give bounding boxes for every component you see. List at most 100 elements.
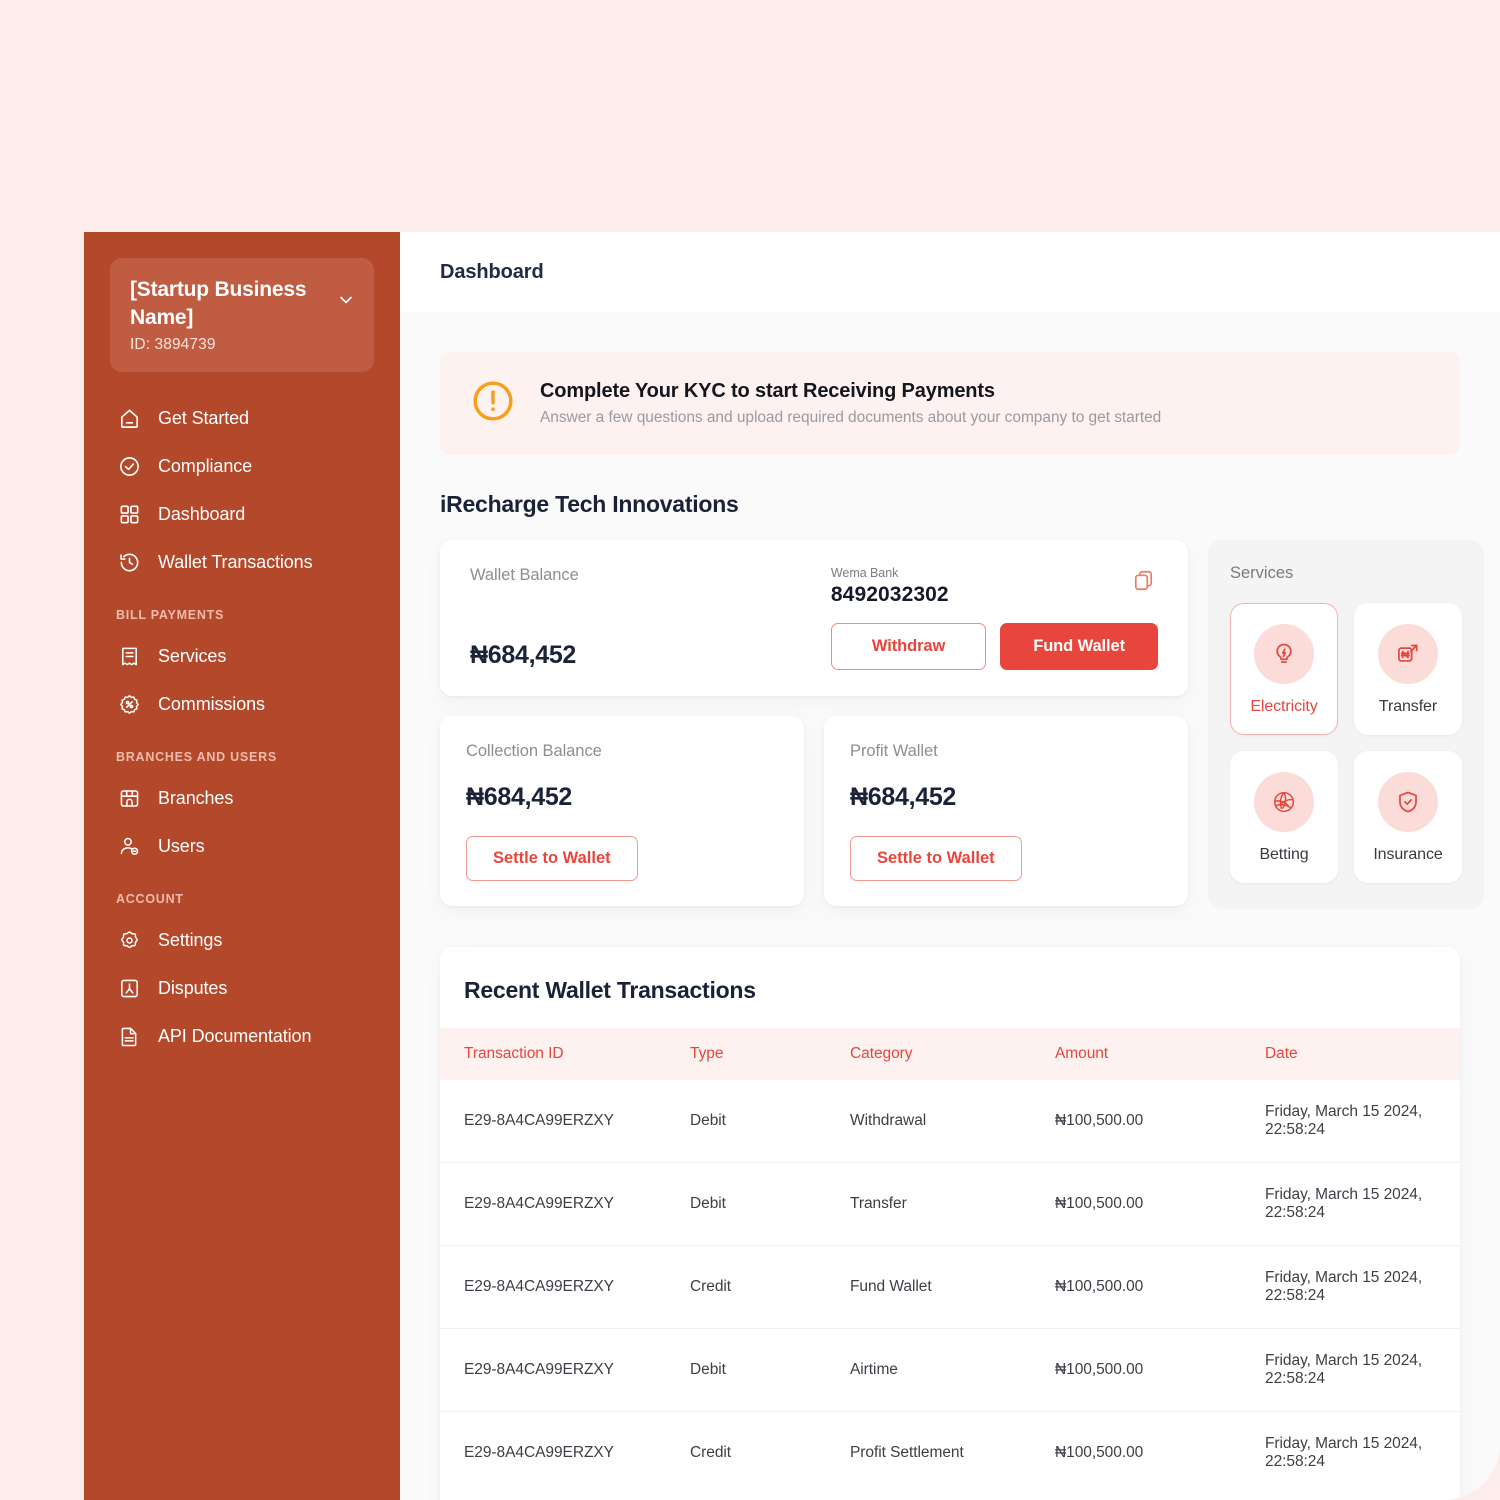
sidebar-item-disputes[interactable]: Disputes <box>84 964 400 1012</box>
table-row[interactable]: E29-8A4CA99ERZXY Debit Withdrawal ₦100,5… <box>440 1080 1460 1163</box>
nav-heading-branches-users: BRANCHES AND USERS <box>116 750 277 765</box>
sidebar-item-label: API Documentation <box>158 1025 312 1046</box>
service-label: Insurance <box>1373 846 1443 863</box>
transactions-table: Transaction ID Type Category Amount Date… <box>440 1028 1460 1494</box>
sidebar-item-label: Users <box>158 835 205 856</box>
clock-history-icon <box>116 549 142 575</box>
settle-to-wallet-button-collection[interactable]: Settle to Wallet <box>466 836 638 881</box>
profit-wallet-card: Profit Wallet ₦684,452 Settle to Wallet <box>824 716 1188 906</box>
grid-icon <box>116 501 142 527</box>
main-area: Dashboard Complete Your KYC to start Rec… <box>400 232 1500 1500</box>
cell-category: Transfer <box>850 1162 1055 1246</box>
top-bar: Dashboard <box>400 232 1500 312</box>
sidebar-item-settings[interactable]: Settings <box>84 916 400 964</box>
service-tile-electricity[interactable]: Electricity <box>1230 603 1338 735</box>
copy-icon[interactable] <box>1129 566 1158 600</box>
check-circle-icon <box>116 453 142 479</box>
kyc-subtext: Answer a few questions and upload requir… <box>540 409 1162 426</box>
cell-amount: ₦100,500.00 <box>1055 1245 1265 1329</box>
profit-wallet-label: Profit Wallet <box>850 742 938 760</box>
services-grid: Electricity Transfer Betting Insurance <box>1230 603 1462 883</box>
table-row[interactable]: E29-8A4CA99ERZXY Credit Fund Wallet ₦100… <box>440 1245 1460 1329</box>
cell-date: Friday, March 15 2024, 22:58:24 <box>1265 1080 1460 1163</box>
nav-heading-account: ACCOUNT <box>116 892 184 907</box>
table-row[interactable]: E29-8A4CA99ERZXY Debit Airtime ₦100,500.… <box>440 1328 1460 1412</box>
service-label: Betting <box>1259 846 1309 863</box>
business-name: [Startup Business Name] <box>130 278 307 329</box>
column-header-transaction-id: Transaction ID <box>440 1028 690 1080</box>
nav-group-bill-payments: BILL PAYMENTS Services Commissions <box>84 608 400 728</box>
bank-account-number: 8492032302 <box>830 583 949 606</box>
cell-transaction-id: E29-8A4CA99ERZXY <box>440 1245 690 1329</box>
sidebar-item-wallet-transactions[interactable]: Wallet Transactions <box>84 538 400 586</box>
cell-category: Profit Settlement <box>850 1444 964 1461</box>
service-label: Electricity <box>1250 698 1318 715</box>
dispute-icon <box>116 975 142 1001</box>
page-title: Dashboard <box>440 260 544 283</box>
sidebar-item-branches[interactable]: Branches <box>84 774 400 822</box>
percent-badge-icon <box>116 691 142 717</box>
balances-row: Wallet Balance ₦684,452 Wema Bank 849203… <box>440 540 1500 909</box>
column-header-type: Type <box>690 1028 850 1080</box>
cell-category: Fund Wallet <box>850 1245 1055 1329</box>
business-switcher[interactable]: [Startup Business Name] ID: 3894739 <box>110 258 374 373</box>
wallet-balance-info: Wallet Balance ₦684,452 <box>470 566 579 670</box>
collection-balance-label: Collection Balance <box>466 742 602 760</box>
column-header-date: Date <box>1265 1028 1460 1080</box>
shield-check-icon <box>1378 772 1438 832</box>
cell-date: Friday, March 15 2024, 22:58:24 <box>1265 1162 1460 1246</box>
cell-date: Friday, March 15 2024, 22:58:24 <box>1265 1245 1460 1329</box>
kyc-banner[interactable]: Complete Your KYC to start Receiving Pay… <box>440 352 1460 455</box>
table-header-row: Transaction ID Type Category Amount Date <box>440 1028 1460 1080</box>
cell-transaction-id: E29-8A4CA99ERZXY <box>464 1444 614 1461</box>
services-title: Services <box>1230 564 1294 582</box>
sidebar-item-dashboard[interactable]: Dashboard <box>84 490 400 538</box>
bank-name: Wema Bank <box>830 566 899 580</box>
user-icon <box>116 833 142 859</box>
service-label: Transfer <box>1378 698 1438 715</box>
store-icon <box>116 785 142 811</box>
service-tile-insurance[interactable]: Insurance <box>1354 751 1462 883</box>
services-panel: Services Electricity Transfer Betting In… <box>1208 540 1484 909</box>
settle-to-wallet-button-profit[interactable]: Settle to Wallet <box>850 836 1022 881</box>
sidebar-item-label: Branches <box>158 787 234 808</box>
cell-amount: ₦100,500.00 <box>1055 1162 1265 1246</box>
sidebar-item-compliance[interactable]: Compliance <box>84 442 400 490</box>
collection-balance-card: Collection Balance ₦684,452 Settle to Wa… <box>440 716 804 906</box>
cell-transaction-id: E29-8A4CA99ERZXY <box>440 1080 690 1163</box>
cell-type: Debit <box>690 1080 850 1163</box>
cell-type: Credit <box>690 1245 850 1329</box>
cell-amount: ₦100,500.00 <box>1055 1080 1265 1163</box>
cell-type: Debit <box>690 1162 850 1246</box>
nav-group-account: ACCOUNT Settings Disputes API Documentat… <box>84 892 400 1060</box>
cell-type: Credit <box>690 1444 732 1461</box>
sidebar-item-label: Dashboard <box>158 503 246 524</box>
naira-transfer-icon <box>1378 624 1438 684</box>
sidebar-item-users[interactable]: Users <box>84 822 400 870</box>
wallet-bank-actions: Wema Bank 8492032302 Withdraw Fund Walle… <box>830 566 1158 670</box>
sidebar-item-api-documentation[interactable]: API Documentation <box>84 1012 400 1060</box>
wallet-balance-label: Wallet Balance <box>470 566 579 584</box>
table-header: Transaction ID Type Category Amount Date <box>440 1028 1460 1080</box>
sidebar-item-commissions[interactable]: Commissions <box>84 680 400 728</box>
service-tile-transfer[interactable]: Transfer <box>1354 603 1462 735</box>
kyc-headline: Complete Your KYC to start Receiving Pay… <box>540 380 995 402</box>
cell-date: Friday, March 15 2024, 22:58:24 <box>1265 1328 1460 1412</box>
sidebar-item-services[interactable]: Services <box>84 632 400 680</box>
table-row[interactable]: E29-8A4CA99ERZXY Debit Transfer ₦100,500… <box>440 1162 1460 1246</box>
cell-amount: ₦100,500.00 <box>1055 1444 1144 1461</box>
fund-wallet-button[interactable]: Fund Wallet <box>1000 623 1158 670</box>
service-tile-betting[interactable]: Betting <box>1230 751 1338 883</box>
sidebar-item-get-started[interactable]: Get Started <box>84 394 400 442</box>
sidebar: [Startup Business Name] ID: 3894739 Get … <box>84 232 400 1500</box>
secondary-balance-cards: Collection Balance ₦684,452 Settle to Wa… <box>440 716 1188 906</box>
collection-balance-amount: ₦684,452 <box>466 783 573 811</box>
page-frame: [Startup Business Name] ID: 3894739 Get … <box>0 0 1500 1500</box>
withdraw-button[interactable]: Withdraw <box>830 623 987 670</box>
table-row[interactable]: E29-8A4CA99ERZXY Credit Profit Settlemen… <box>440 1412 1460 1495</box>
chevron-down-icon[interactable] <box>336 290 356 315</box>
cell-amount: ₦100,500.00 <box>1055 1328 1265 1412</box>
receipt-icon <box>116 643 142 669</box>
home-icon <box>116 405 142 431</box>
profit-wallet-amount: ₦684,452 <box>850 783 957 811</box>
